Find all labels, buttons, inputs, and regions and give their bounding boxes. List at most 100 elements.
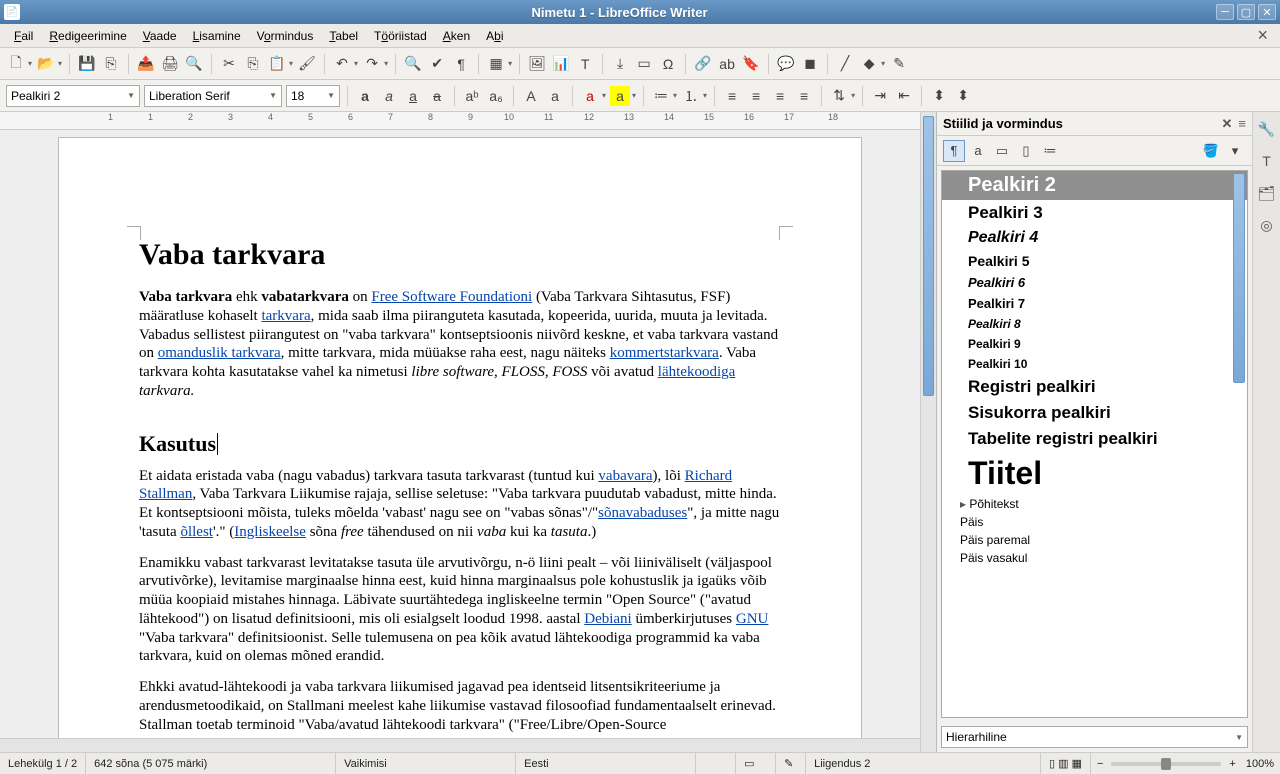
horizontal-scrollbar[interactable] (0, 738, 920, 752)
find-icon[interactable]: 🔍 (403, 54, 423, 74)
print-icon[interactable]: 🖨 (160, 54, 180, 74)
fill-format-icon[interactable]: 🪣 (1200, 140, 1222, 162)
frame-styles-icon[interactable]: ▭ (991, 140, 1013, 162)
style-list[interactable]: Pealkiri 2Pealkiri 3Pealkiri 4Pealkiri 5… (941, 170, 1248, 718)
font-name-combo[interactable]: Liberation Serif▼ (144, 85, 282, 107)
align-center-icon[interactable]: ≡ (746, 86, 766, 106)
style-item[interactable]: Registri pealkiri (942, 374, 1247, 400)
minimize-button[interactable]: ─ (1216, 4, 1234, 20)
italic-icon[interactable]: a (379, 86, 399, 106)
style-item[interactable]: Pealkiri 3 (942, 200, 1247, 226)
status-language[interactable]: Eesti (516, 753, 696, 774)
status-outline[interactable]: Liigendus 2 (806, 753, 1041, 774)
pagebreak-icon[interactable]: ⤓ (610, 54, 630, 74)
status-view-icons[interactable]: ▯ ▥ ▦ (1041, 753, 1091, 774)
style-item[interactable]: Pealkiri 2 (942, 171, 1247, 200)
menu-view[interactable]: Vaade (135, 26, 185, 46)
pdf-icon[interactable]: ⎘ (101, 54, 121, 74)
panel-menu-icon[interactable]: ≡ (1238, 116, 1246, 131)
comment-icon[interactable]: 💬 (776, 54, 796, 74)
style-item[interactable]: Pealkiri 10 (942, 354, 1247, 374)
style-list-scrollbar[interactable] (1233, 173, 1245, 383)
copy-icon[interactable]: ⎘ (243, 54, 263, 74)
sidebar-settings-icon[interactable]: 🔧 (1256, 118, 1278, 140)
font-color-icon[interactable]: a (580, 86, 600, 106)
zoom-in-icon[interactable]: + (1229, 758, 1235, 770)
style-filter-combo[interactable]: Hierarhiline▼ (941, 726, 1248, 748)
trackchanges-icon[interactable]: ◼ (800, 54, 820, 74)
menu-help[interactable]: Abi (478, 26, 511, 46)
table-icon[interactable]: ▦ (486, 54, 506, 74)
redo-icon[interactable]: ↷ (362, 54, 382, 74)
page-styles-icon[interactable]: ▯ (1015, 140, 1037, 162)
style-item[interactable]: Pealkiri 8 (942, 314, 1247, 334)
sidebar-properties-icon[interactable]: T (1256, 150, 1278, 172)
lowercase-icon[interactable]: a (545, 86, 565, 106)
undo-icon[interactable]: ↶ (332, 54, 352, 74)
para-space-inc-icon[interactable]: ⬍ (929, 86, 949, 106)
paste-icon[interactable]: 📋 (267, 54, 287, 74)
panel-close-icon[interactable]: ✕ (1222, 116, 1233, 132)
paragraph-styles-icon[interactable]: ¶ (943, 140, 965, 162)
vertical-scrollbar[interactable] (920, 112, 936, 752)
list-styles-icon[interactable]: ≔ (1039, 140, 1061, 162)
font-size-combo[interactable]: 18▼ (286, 85, 340, 107)
textbox-icon[interactable]: T (575, 54, 595, 74)
shapes-icon[interactable]: ◆ (859, 54, 879, 74)
style-item[interactable]: Pealkiri 7 (942, 293, 1247, 314)
align-left-icon[interactable]: ≡ (722, 86, 742, 106)
print-preview-icon[interactable]: 🔍 (184, 54, 204, 74)
style-tree-item[interactable]: Põhitekst (942, 495, 1247, 513)
strike-icon[interactable]: a (427, 86, 447, 106)
line-icon[interactable]: ╱ (835, 54, 855, 74)
style-tree-item[interactable]: Päis (942, 513, 1247, 531)
line-spacing-icon[interactable]: ⇅ (829, 86, 849, 106)
draw-functions-icon[interactable]: ✎ (889, 54, 909, 74)
chart-icon[interactable]: 📊 (551, 54, 571, 74)
bullets-icon[interactable]: ≔ (651, 86, 671, 106)
style-tree-item[interactable]: Päis paremal (942, 531, 1247, 549)
menu-edit[interactable]: Redigeerimine (41, 26, 134, 46)
align-justify-icon[interactable]: ≡ (794, 86, 814, 106)
open-icon[interactable]: 📂 (36, 54, 56, 74)
symbol-icon[interactable]: Ω (658, 54, 678, 74)
menu-insert[interactable]: Lisamine (185, 26, 249, 46)
hyperlink-icon[interactable]: 🔗 (693, 54, 713, 74)
formatting-marks-icon[interactable]: ¶ (451, 54, 471, 74)
clone-format-icon[interactable]: 🖌 (297, 54, 317, 74)
menu-window[interactable]: Aken (435, 26, 478, 46)
style-item[interactable]: Sisukorra pealkiri (942, 400, 1247, 426)
status-selection-mode[interactable]: ▭ (736, 753, 776, 774)
zoom-out-icon[interactable]: − (1097, 758, 1103, 770)
sidebar-gallery-icon[interactable]: 🗂 (1256, 182, 1278, 204)
character-styles-icon[interactable]: a (967, 140, 989, 162)
paragraph-style-combo[interactable]: Pealkiri 2▼ (6, 85, 140, 107)
horizontal-ruler[interactable]: 1123456789101112131415161718 (0, 112, 920, 130)
zoom-value[interactable]: 100% (1246, 758, 1274, 770)
subscript-icon[interactable]: a₆ (486, 86, 506, 106)
style-tree-item[interactable]: Päis vasakul (942, 549, 1247, 567)
bookmark-icon[interactable]: 🔖 (741, 54, 761, 74)
status-insert-mode[interactable] (696, 753, 736, 774)
style-item[interactable]: Pealkiri 9 (942, 334, 1247, 354)
status-signature[interactable]: ✎ (776, 753, 806, 774)
style-item[interactable]: Tiitel (942, 452, 1247, 495)
document-page[interactable]: Vaba tarkvara Vaba tarkvara ehk vabatark… (59, 138, 861, 738)
status-wordcount[interactable]: 642 sõna (5 075 märki) (86, 753, 336, 774)
cut-icon[interactable]: ✂ (219, 54, 239, 74)
new-icon[interactable]: 🗋 (6, 54, 26, 74)
style-item[interactable]: Pealkiri 5 (942, 250, 1247, 272)
spellcheck-icon[interactable]: ✔ (427, 54, 447, 74)
underline-icon[interactable]: a (403, 86, 423, 106)
superscript-icon[interactable]: aᵇ (462, 86, 482, 106)
uppercase-icon[interactable]: A (521, 86, 541, 106)
para-space-dec-icon[interactable]: ⬍ (953, 86, 973, 106)
menu-format[interactable]: Vormindus (249, 26, 322, 46)
field-icon[interactable]: ▭ (634, 54, 654, 74)
save-icon[interactable]: 💾 (77, 54, 97, 74)
maximize-button[interactable]: ▢ (1237, 4, 1255, 20)
footnote-icon[interactable]: ab (717, 54, 737, 74)
document-close-button[interactable]: × (1251, 25, 1274, 46)
bold-icon[interactable]: a (355, 86, 375, 106)
numbering-icon[interactable]: ⒈ (681, 86, 701, 106)
